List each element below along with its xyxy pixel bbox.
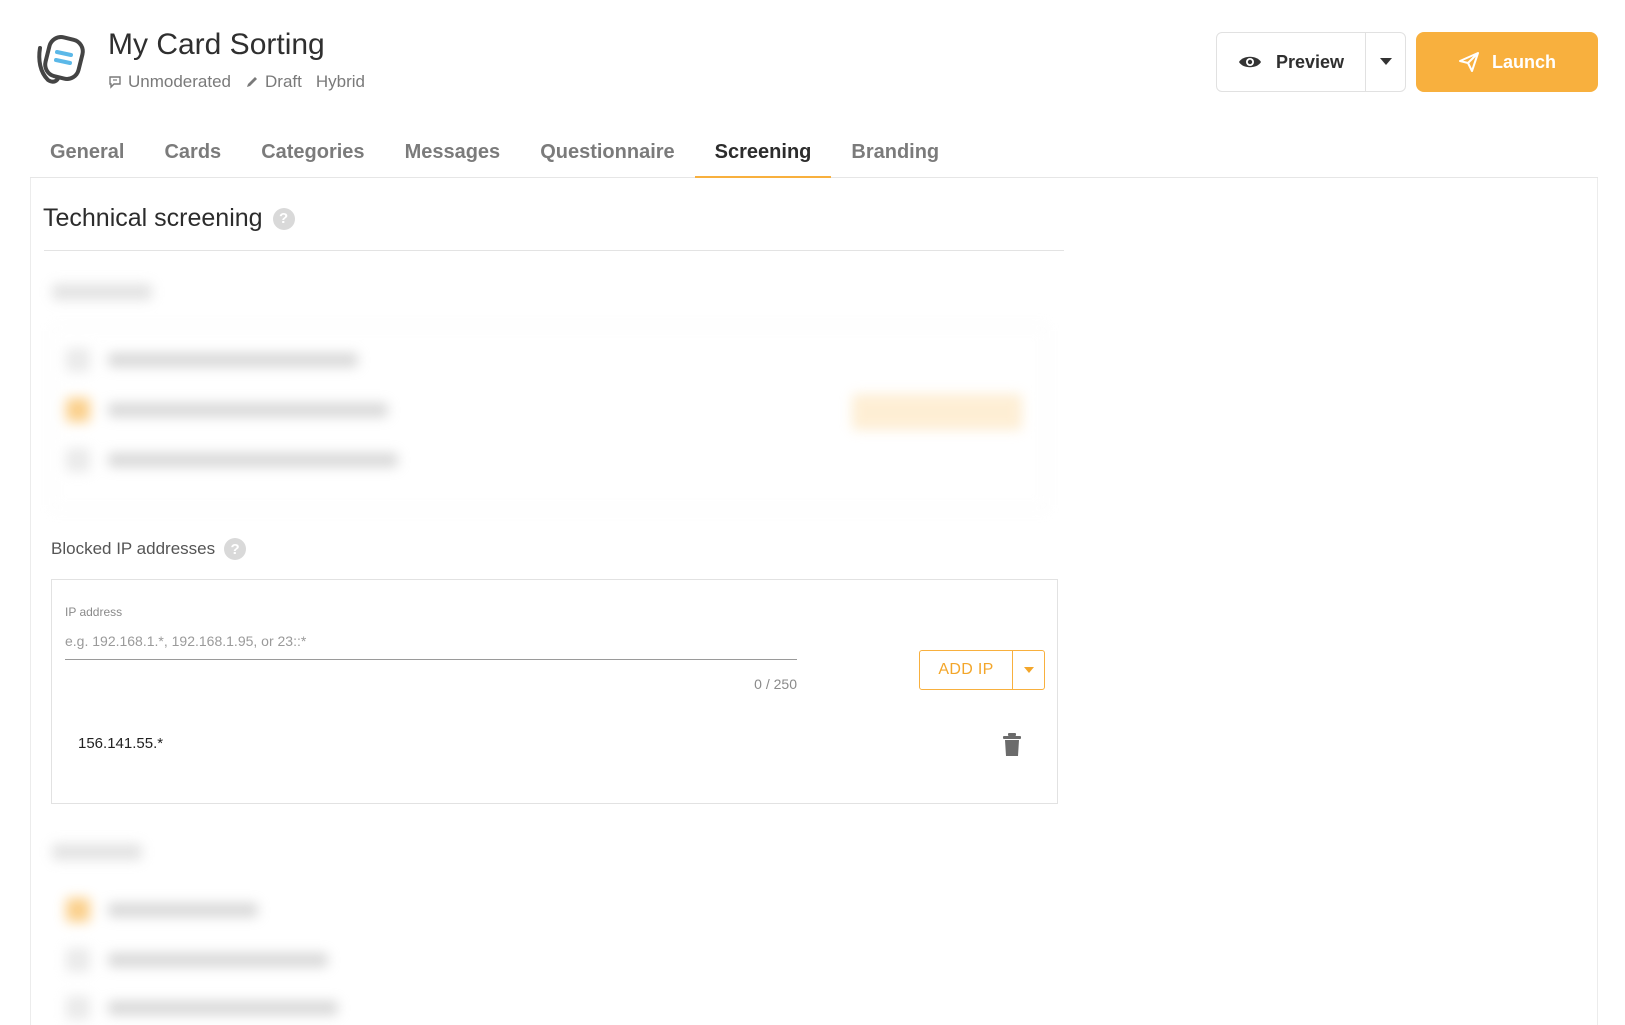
logo-icon: [37, 35, 85, 84]
chat-bubble-icon: [109, 76, 121, 89]
blocked-ip-heading: Blocked IP addresses ?: [51, 538, 247, 560]
help-icon[interactable]: ?: [272, 207, 295, 230]
tab-bar: General Cards Categories Messages Questi…: [30, 128, 1598, 178]
meta-label: Unmoderated: [128, 72, 232, 91]
tab-screening[interactable]: Screening: [694, 128, 832, 178]
preview-button-group: Preview: [1216, 32, 1406, 92]
tab-branding[interactable]: Branding: [831, 128, 959, 178]
add-ip-dropdown-toggle[interactable]: [1012, 651, 1044, 689]
blurred-text: [108, 903, 258, 917]
blurred-option-row: [66, 398, 388, 422]
launch-label: Launch: [1491, 51, 1556, 72]
blurred-text: [108, 1001, 338, 1015]
preview-label: Preview: [1275, 51, 1345, 72]
blurred-checkbox: [66, 948, 90, 972]
section-title: Technical screening: [43, 204, 263, 232]
blurred-option-row: [66, 348, 358, 372]
blurred-screening-options-2: [52, 830, 1047, 1025]
blurred-text: [108, 403, 388, 417]
blurred-checkbox: [66, 448, 90, 472]
blurred-screening-options: [52, 270, 1047, 510]
ip-address-input[interactable]: [65, 622, 797, 660]
blurred-text: [108, 953, 328, 967]
blocked-ip-label: Blocked IP addresses: [51, 539, 216, 558]
blurred-text: [108, 453, 398, 467]
section-heading: Technical screening ?: [43, 204, 295, 233]
add-ip-button[interactable]: ADD IP: [920, 651, 1012, 689]
page-title: My Card Sorting: [108, 28, 325, 61]
tab-cards[interactable]: Cards: [144, 128, 241, 178]
blurred-heading: [52, 284, 152, 300]
blurred-checkbox: [66, 898, 90, 922]
meta-label: Hybrid: [315, 72, 365, 91]
eye-icon: [1238, 56, 1261, 68]
tab-questionnaire[interactable]: Questionnaire: [520, 128, 694, 178]
blurred-heading: [52, 844, 142, 860]
blurred-option-row: [66, 948, 328, 972]
tab-general[interactable]: General: [30, 128, 144, 178]
blurred-checkbox: [66, 348, 90, 372]
tab-messages[interactable]: Messages: [385, 128, 521, 178]
blocked-ip-card: IP address 0 / 250 ADD IP 156.141.55.*: [51, 579, 1058, 804]
add-ip-button-group: ADD IP: [919, 650, 1045, 690]
character-counter: 0 / 250: [754, 676, 797, 692]
section-divider: [44, 250, 1064, 251]
blurred-checkbox: [66, 996, 90, 1020]
blurred-option-row: [66, 448, 398, 472]
blurred-tag: [852, 394, 1022, 430]
blocked-ip-entry: 156.141.55.*: [78, 735, 164, 752]
app-logo: [30, 30, 90, 90]
study-meta: Unmoderated Draft Hybrid: [108, 72, 379, 92]
launch-button[interactable]: Launch: [1416, 32, 1598, 92]
meta-unmoderated: Unmoderated: [108, 72, 231, 92]
blurred-checkbox: [66, 398, 90, 422]
tab-categories[interactable]: Categories: [241, 128, 384, 178]
ip-field-label: IP address: [65, 605, 123, 619]
caret-down-icon: [1023, 667, 1034, 673]
blurred-text: [108, 353, 358, 367]
blurred-option-row: [66, 898, 258, 922]
blurred-option-row: [66, 996, 338, 1020]
preview-dropdown-toggle[interactable]: [1365, 33, 1405, 91]
pencil-icon: [247, 77, 258, 87]
paper-plane-icon: [1458, 52, 1479, 72]
meta-draft: Draft: [245, 72, 302, 92]
caret-down-icon: [1379, 58, 1392, 65]
preview-button[interactable]: Preview: [1217, 33, 1365, 91]
trash-icon[interactable]: [1002, 733, 1022, 757]
meta-hybrid: Hybrid: [316, 72, 365, 92]
meta-label: Draft: [265, 72, 302, 91]
help-icon[interactable]: ?: [224, 538, 247, 560]
